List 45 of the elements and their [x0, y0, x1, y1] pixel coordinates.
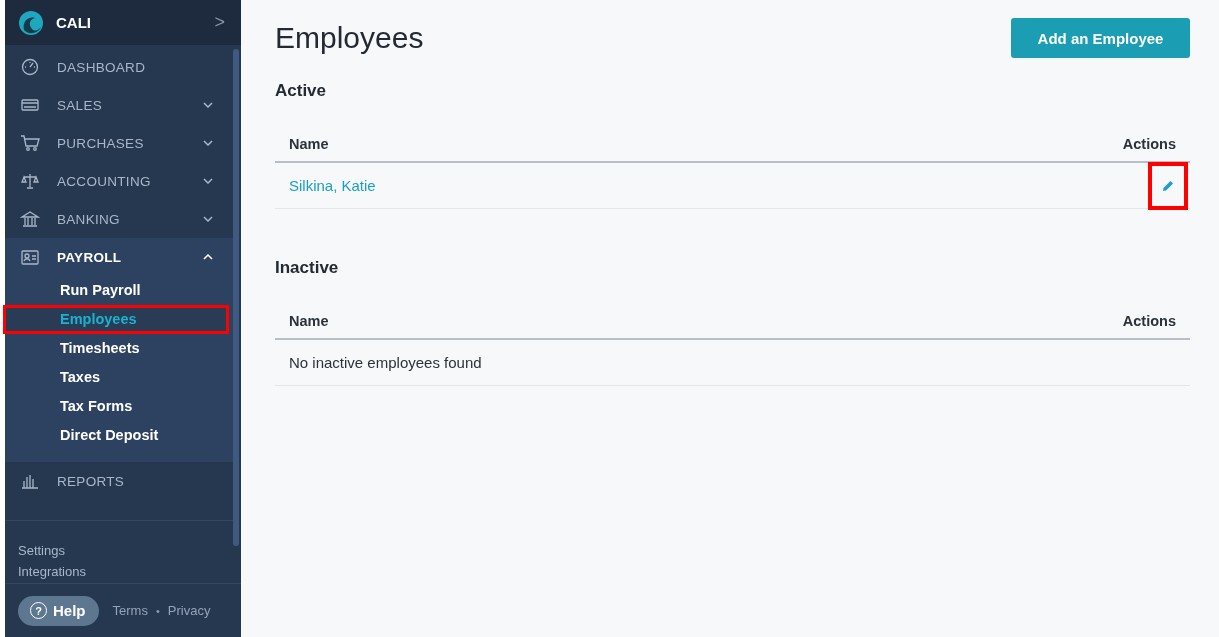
id-card-icon: [20, 248, 40, 266]
empty-message: No inactive employees found: [289, 354, 482, 371]
cart-icon: [20, 134, 40, 152]
sidebar-link[interactable]: Integrations: [18, 564, 86, 579]
column-header: Name: [289, 313, 329, 331]
chevron-down-icon: [203, 140, 213, 146]
bank-icon: [20, 210, 40, 228]
column-header: Actions: [1122, 136, 1176, 154]
column-header: Actions: [1122, 313, 1176, 331]
nav-item[interactable]: REPORTS: [5, 462, 233, 500]
footer-link[interactable]: Terms: [112, 603, 148, 618]
page-title: Employees: [275, 21, 424, 55]
sidebar-link[interactable]: Settings: [18, 543, 65, 558]
card-icon: [20, 96, 40, 114]
column-header: Name: [289, 136, 329, 154]
nav-item[interactable]: SALES: [5, 86, 233, 124]
gauge-icon: [20, 58, 40, 76]
nav-subitem[interactable]: Tax Forms: [3, 392, 229, 421]
logo-icon: [18, 9, 44, 36]
nav-subitem[interactable]: Direct Deposit: [3, 421, 229, 450]
chevron-down-icon: [203, 102, 213, 108]
nav-item[interactable]: DASHBOARD: [5, 48, 233, 86]
add-employee-button[interactable]: Add an Employee: [1011, 18, 1190, 58]
chevron-up-icon: [203, 254, 213, 260]
nav-subitem[interactable]: Timesheets: [3, 334, 229, 363]
nav-item[interactable]: BANKING: [5, 200, 233, 238]
section-title: Active: [275, 81, 328, 101]
pencil-icon: [1161, 178, 1175, 193]
chevron-down-icon: [203, 178, 213, 184]
section-title: Inactive: [275, 258, 340, 278]
nav-item[interactable]: PURCHASES: [5, 124, 233, 162]
nav-subitem[interactable]: Run Payroll: [3, 276, 229, 305]
nav-subitem[interactable]: Taxes: [3, 363, 229, 392]
brand-name: CALI: [56, 14, 92, 31]
help-button[interactable]: ? Help: [18, 595, 99, 626]
scales-icon: [20, 172, 40, 190]
footer-link[interactable]: Privacy: [167, 603, 211, 618]
collapse-arrow[interactable]: >: [214, 12, 225, 33]
nav-item[interactable]: PAYROLL: [5, 238, 233, 276]
edit-button[interactable]: [1148, 161, 1188, 210]
nav-subitem[interactable]: Employees: [3, 305, 229, 334]
bar-chart-icon: [20, 472, 40, 490]
nav-item[interactable]: ACCOUNTING: [5, 162, 233, 200]
chevron-down-icon: [203, 216, 213, 222]
separator-dot: •: [155, 604, 160, 617]
